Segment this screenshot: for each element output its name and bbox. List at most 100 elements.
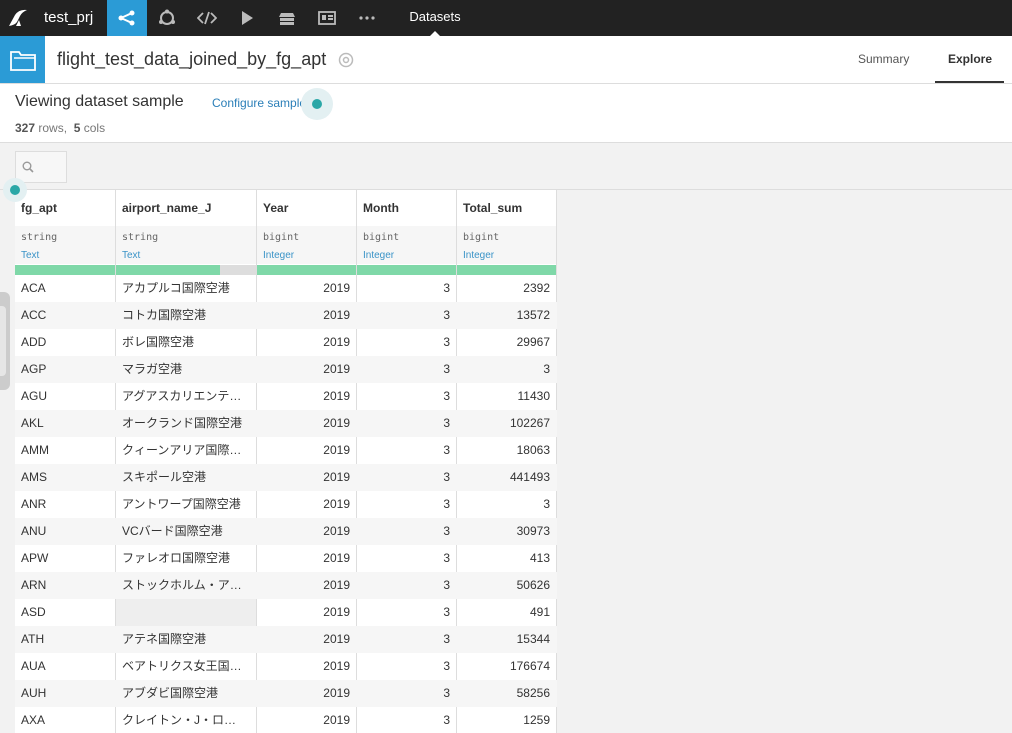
- table-cell[interactable]: APW: [15, 545, 115, 572]
- table-cell[interactable]: 2019: [257, 410, 356, 437]
- table-cell[interactable]: 15344: [457, 626, 556, 653]
- table-cell[interactable]: 11430: [457, 383, 556, 410]
- table-cell[interactable]: ACA: [15, 275, 115, 302]
- table-cell[interactable]: 3: [357, 599, 456, 626]
- table-row[interactable]: AGU アグアスカリエンテ… 2019 3 11430: [15, 383, 557, 410]
- table-cell[interactable]: 3: [357, 626, 456, 653]
- table-cell[interactable]: ベアトリクス女王国…: [116, 653, 256, 680]
- column-header-name[interactable]: Year: [257, 190, 356, 226]
- table-row[interactable]: ACC コトカ国際空港 2019 3 13572: [15, 302, 557, 329]
- project-name[interactable]: test_prj: [36, 0, 107, 36]
- table-row[interactable]: AMM クィーンアリア国際… 2019 3 18063: [15, 437, 557, 464]
- table-cell[interactable]: 2019: [257, 464, 356, 491]
- table-cell[interactable]: 1259: [457, 707, 556, 733]
- table-row[interactable]: AKL オークランド国際空港 2019 3 102267: [15, 410, 557, 437]
- meaning-link[interactable]: Integer: [463, 250, 550, 261]
- table-cell[interactable]: クィーンアリア国際…: [116, 437, 256, 464]
- table-cell[interactable]: AKL: [15, 410, 115, 437]
- run-icon[interactable]: [227, 0, 267, 36]
- table-cell[interactable]: 2019: [257, 437, 356, 464]
- table-cell[interactable]: 413: [457, 545, 556, 572]
- table-cell[interactable]: 2019: [257, 707, 356, 733]
- table-cell[interactable]: アカプルコ国際空港: [116, 275, 256, 302]
- table-row[interactable]: AXA クレイトン・J・ロ… 2019 3 1259: [15, 707, 557, 733]
- table-cell[interactable]: 3: [357, 410, 456, 437]
- table-cell[interactable]: AMM: [15, 437, 115, 464]
- table-cell[interactable]: ファレオロ国際空港: [116, 545, 256, 572]
- table-row[interactable]: ANU VCバード国際空港 2019 3 30973: [15, 518, 557, 545]
- meaning-link[interactable]: Text: [21, 250, 109, 261]
- table-cell[interactable]: 3: [457, 356, 556, 383]
- table-cell[interactable]: AGP: [15, 356, 115, 383]
- column-header-name[interactable]: Month: [357, 190, 456, 226]
- table-cell[interactable]: 2019: [257, 356, 356, 383]
- table-cell[interactable]: VCバード国際空港: [116, 518, 256, 545]
- meaning-link[interactable]: Integer: [363, 250, 450, 261]
- table-cell[interactable]: ATH: [15, 626, 115, 653]
- table-cell[interactable]: 3: [357, 707, 456, 733]
- validity-bar[interactable]: [457, 265, 556, 275]
- hint-pulse-left-icon[interactable]: [3, 178, 27, 202]
- nav-datasets-tab[interactable]: Datasets: [396, 0, 474, 36]
- table-cell[interactable]: 2019: [257, 275, 356, 302]
- meaning-link[interactable]: Integer: [263, 250, 350, 261]
- table-cell[interactable]: 3: [357, 383, 456, 410]
- table-row[interactable]: AGP マラガ空港 2019 3 3: [15, 356, 557, 383]
- table-cell[interactable]: 441493: [457, 464, 556, 491]
- column-header-name[interactable]: Total_sum: [457, 190, 556, 226]
- table-cell[interactable]: AGU: [15, 383, 115, 410]
- configure-sample-link[interactable]: Configure sample: [212, 96, 306, 110]
- table-row[interactable]: AUH アブダビ国際空港 2019 3 58256: [15, 680, 557, 707]
- table-cell[interactable]: クレイトン・J・ロ…: [116, 707, 256, 733]
- table-cell[interactable]: アグアスカリエンテ…: [116, 383, 256, 410]
- code-icon[interactable]: [187, 0, 227, 36]
- table-cell[interactable]: アブダビ国際空港: [116, 680, 256, 707]
- table-cell[interactable]: オークランド国際空港: [116, 410, 256, 437]
- table-cell[interactable]: 2019: [257, 491, 356, 518]
- table-cell[interactable]: 3: [357, 545, 456, 572]
- side-panel-handle[interactable]: [0, 292, 10, 390]
- table-cell[interactable]: AUH: [15, 680, 115, 707]
- table-cell[interactable]: 3: [357, 356, 456, 383]
- table-cell[interactable]: 491: [457, 599, 556, 626]
- table-cell[interactable]: ASD: [15, 599, 115, 626]
- table-row[interactable]: ANR アントワープ国際空港 2019 3 3: [15, 491, 557, 518]
- table-cell[interactable]: 3: [457, 491, 556, 518]
- table-cell[interactable]: 3: [357, 275, 456, 302]
- table-cell[interactable]: 30973: [457, 518, 556, 545]
- table-cell[interactable]: 3: [357, 329, 456, 356]
- tab-summary[interactable]: Summary: [858, 52, 909, 66]
- dataset-settings-icon[interactable]: [338, 52, 354, 73]
- table-cell[interactable]: AMS: [15, 464, 115, 491]
- table-cell[interactable]: AXA: [15, 707, 115, 733]
- more-icon[interactable]: [347, 0, 387, 36]
- table-cell[interactable]: 13572: [457, 302, 556, 329]
- validity-bar[interactable]: [116, 265, 256, 275]
- dataiku-bird-logo-icon[interactable]: [0, 0, 36, 36]
- table-cell[interactable]: [116, 599, 256, 626]
- table-row[interactable]: ADD ボレ国際空港 2019 3 29967: [15, 329, 557, 356]
- table-cell[interactable]: 102267: [457, 410, 556, 437]
- table-cell[interactable]: マラガ空港: [116, 356, 256, 383]
- table-cell[interactable]: 2019: [257, 572, 356, 599]
- validity-bar[interactable]: [15, 265, 115, 275]
- flow-icon[interactable]: [107, 0, 148, 36]
- table-cell[interactable]: 58256: [457, 680, 556, 707]
- table-cell[interactable]: 3: [357, 491, 456, 518]
- table-cell[interactable]: ADD: [15, 329, 115, 356]
- table-cell[interactable]: 2392: [457, 275, 556, 302]
- table-cell[interactable]: 18063: [457, 437, 556, 464]
- table-cell[interactable]: 50626: [457, 572, 556, 599]
- validity-bar[interactable]: [257, 265, 356, 275]
- table-cell[interactable]: アテネ国際空港: [116, 626, 256, 653]
- table-cell[interactable]: ボレ国際空港: [116, 329, 256, 356]
- table-cell[interactable]: ANR: [15, 491, 115, 518]
- table-cell[interactable]: 3: [357, 437, 456, 464]
- table-row[interactable]: AMS スキポール空港 2019 3 441493: [15, 464, 557, 491]
- lab-icon[interactable]: [147, 0, 187, 36]
- table-cell[interactable]: 2019: [257, 302, 356, 329]
- table-cell[interactable]: AUA: [15, 653, 115, 680]
- table-cell[interactable]: 2019: [257, 626, 356, 653]
- table-cell[interactable]: 3: [357, 518, 456, 545]
- validity-bar[interactable]: [357, 265, 456, 275]
